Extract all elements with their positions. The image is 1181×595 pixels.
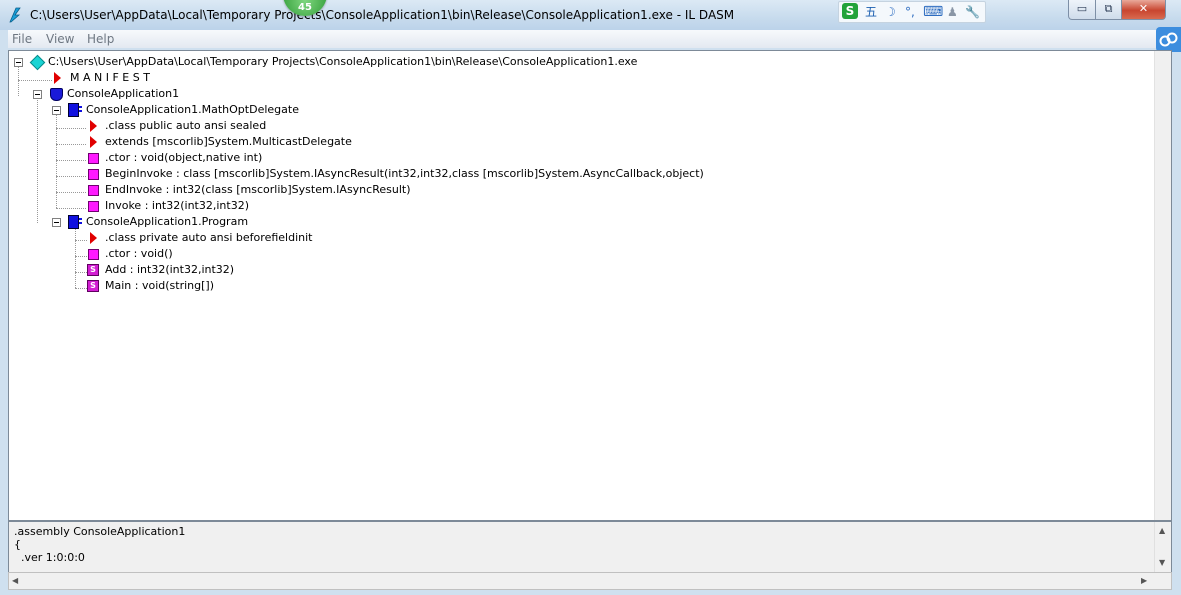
tree-node-root[interactable]: C:\Users\User\AppData\Local\Temporary Pr… <box>9 54 709 71</box>
ime-user-icon[interactable]: ♟ <box>947 4 958 20</box>
method-icon <box>88 153 99 164</box>
static-method-icon: S <box>87 264 99 276</box>
method-icon <box>88 249 99 260</box>
menu-bar: File View Help <box>8 30 1156 48</box>
tree-node-label: ConsoleApplication1 <box>67 87 180 100</box>
detail-line: .ver 1:0:0:0 <box>14 551 85 564</box>
detail-vertical-scrollbar[interactable]: ▲ ▼ <box>1154 522 1171 572</box>
tree-node-method[interactable]: BeginInvoke : class [mscorlib]System.IAs… <box>9 166 709 182</box>
ime-logo-icon[interactable]: S <box>842 3 858 19</box>
ime-toolbar: S 五 ☽ °, ⌨ ♟ 🔧 <box>838 1 986 23</box>
tree-node-manifest[interactable]: M A N I F E S T <box>9 70 209 86</box>
tree-node-label: Add : int32(int32,int32) <box>105 263 235 276</box>
tree-node-method[interactable]: .ctor : void() <box>9 246 309 262</box>
title-bar: C:\Users\User\AppData\Local\Temporary Pr… <box>0 0 1181 30</box>
collapse-toggle[interactable] <box>33 90 42 99</box>
tree-node-label: .class private auto ansi beforefieldinit <box>105 231 313 244</box>
namespace-icon <box>50 88 63 101</box>
class-icon <box>68 215 82 229</box>
ime-tool-icon[interactable]: 🔧 <box>965 4 980 20</box>
collapse-toggle[interactable] <box>52 218 61 227</box>
tree-node-method[interactable]: .ctor : void(object,native int) <box>9 150 359 166</box>
tree-node-class-attr[interactable]: .class private auto ansi beforefieldinit <box>9 230 359 246</box>
detail-line: { <box>14 538 21 551</box>
ime-moon-icon[interactable]: ☽ <box>885 4 896 20</box>
method-icon <box>88 185 99 196</box>
cloud-sync-icon[interactable] <box>1156 27 1181 52</box>
tree-node-static-method[interactable]: S Main : void(string[]) <box>9 278 309 294</box>
tree-node-label: .class public auto ansi sealed <box>105 119 267 132</box>
class-icon <box>68 103 82 117</box>
static-method-icon: S <box>87 280 99 292</box>
tree-node-label: Main : void(string[]) <box>105 279 214 292</box>
detail-line: .assembly ConsoleApplication1 <box>14 525 186 538</box>
menu-help[interactable]: Help <box>87 32 114 46</box>
tree-node-class-mathoptdelegate[interactable]: ConsoleApplication1.MathOptDelegate <box>9 102 309 118</box>
scroll-down-arrow-icon[interactable]: ▼ <box>1159 558 1165 567</box>
manifest-icon <box>54 72 61 84</box>
tree-node-label: .ctor : void(object,native int) <box>105 151 263 164</box>
tree-node-label: M A N I F E S T <box>70 71 150 84</box>
tree-node-label: ConsoleApplication1.Program <box>86 215 249 228</box>
scroll-left-arrow-icon[interactable]: ◀ <box>12 576 18 585</box>
tree-vertical-scrollbar[interactable] <box>1154 51 1171 520</box>
close-button[interactable]: ✕ <box>1121 0 1166 20</box>
tree-node-class-program[interactable]: ConsoleApplication1.Program <box>9 214 309 230</box>
ime-keyboard-icon[interactable]: ⌨ <box>923 4 943 20</box>
scroll-up-arrow-icon[interactable]: ▲ <box>1159 526 1165 535</box>
method-icon <box>88 201 99 212</box>
menu-file[interactable]: File <box>12 32 32 46</box>
tree-node-label: EndInvoke : int32(class [mscorlib]System… <box>105 183 411 196</box>
ime-mode-icon[interactable]: 五 <box>865 4 877 20</box>
tree-node-label: extends [mscorlib]System.MulticastDelega… <box>105 135 352 148</box>
tree-node-namespace[interactable]: ConsoleApplication1 <box>9 86 209 102</box>
attribute-marker-icon <box>90 120 97 132</box>
tree-view[interactable]: C:\Users\User\AppData\Local\Temporary Pr… <box>8 50 1172 521</box>
window-title: C:\Users\User\AppData\Local\Temporary Pr… <box>30 8 735 22</box>
ildasm-app-icon[interactable] <box>7 7 23 23</box>
assembly-icon <box>29 54 46 71</box>
tree-node-method[interactable]: EndInvoke : int32(class [mscorlib]System… <box>9 182 459 198</box>
tree-node-class-attr[interactable]: .class public auto ansi sealed <box>9 118 309 134</box>
minimize-button[interactable]: ▭ <box>1068 0 1096 20</box>
attribute-marker-icon <box>90 232 97 244</box>
detail-horizontal-scrollbar[interactable]: ◀ ▶ <box>8 572 1172 590</box>
menu-view[interactable]: View <box>46 32 74 46</box>
tree-node-label: C:\Users\User\AppData\Local\Temporary Pr… <box>48 55 638 68</box>
detail-text-view[interactable]: .assembly ConsoleApplication1 { .ver 1:0… <box>8 521 1172 573</box>
tree-node-extends[interactable]: extends [mscorlib]System.MulticastDelega… <box>9 134 359 150</box>
collapse-toggle[interactable] <box>52 106 61 115</box>
tree-node-static-method[interactable]: S Add : int32(int32,int32) <box>9 262 309 278</box>
tree-node-label: ConsoleApplication1.MathOptDelegate <box>86 103 299 116</box>
tree-node-method[interactable]: Invoke : int32(int32,int32) <box>9 198 309 214</box>
ime-punct-icon[interactable]: °, <box>905 4 915 20</box>
scroll-right-arrow-icon[interactable]: ▶ <box>1141 576 1147 585</box>
tree-node-label: BeginInvoke : class [mscorlib]System.IAs… <box>105 167 704 180</box>
tree-node-label: Invoke : int32(int32,int32) <box>105 199 249 212</box>
extends-marker-icon <box>90 136 97 148</box>
method-icon <box>88 169 99 180</box>
tree-node-label: .ctor : void() <box>105 247 173 260</box>
maximize-button[interactable]: ⧉ <box>1095 0 1122 20</box>
collapse-toggle[interactable] <box>14 58 23 67</box>
